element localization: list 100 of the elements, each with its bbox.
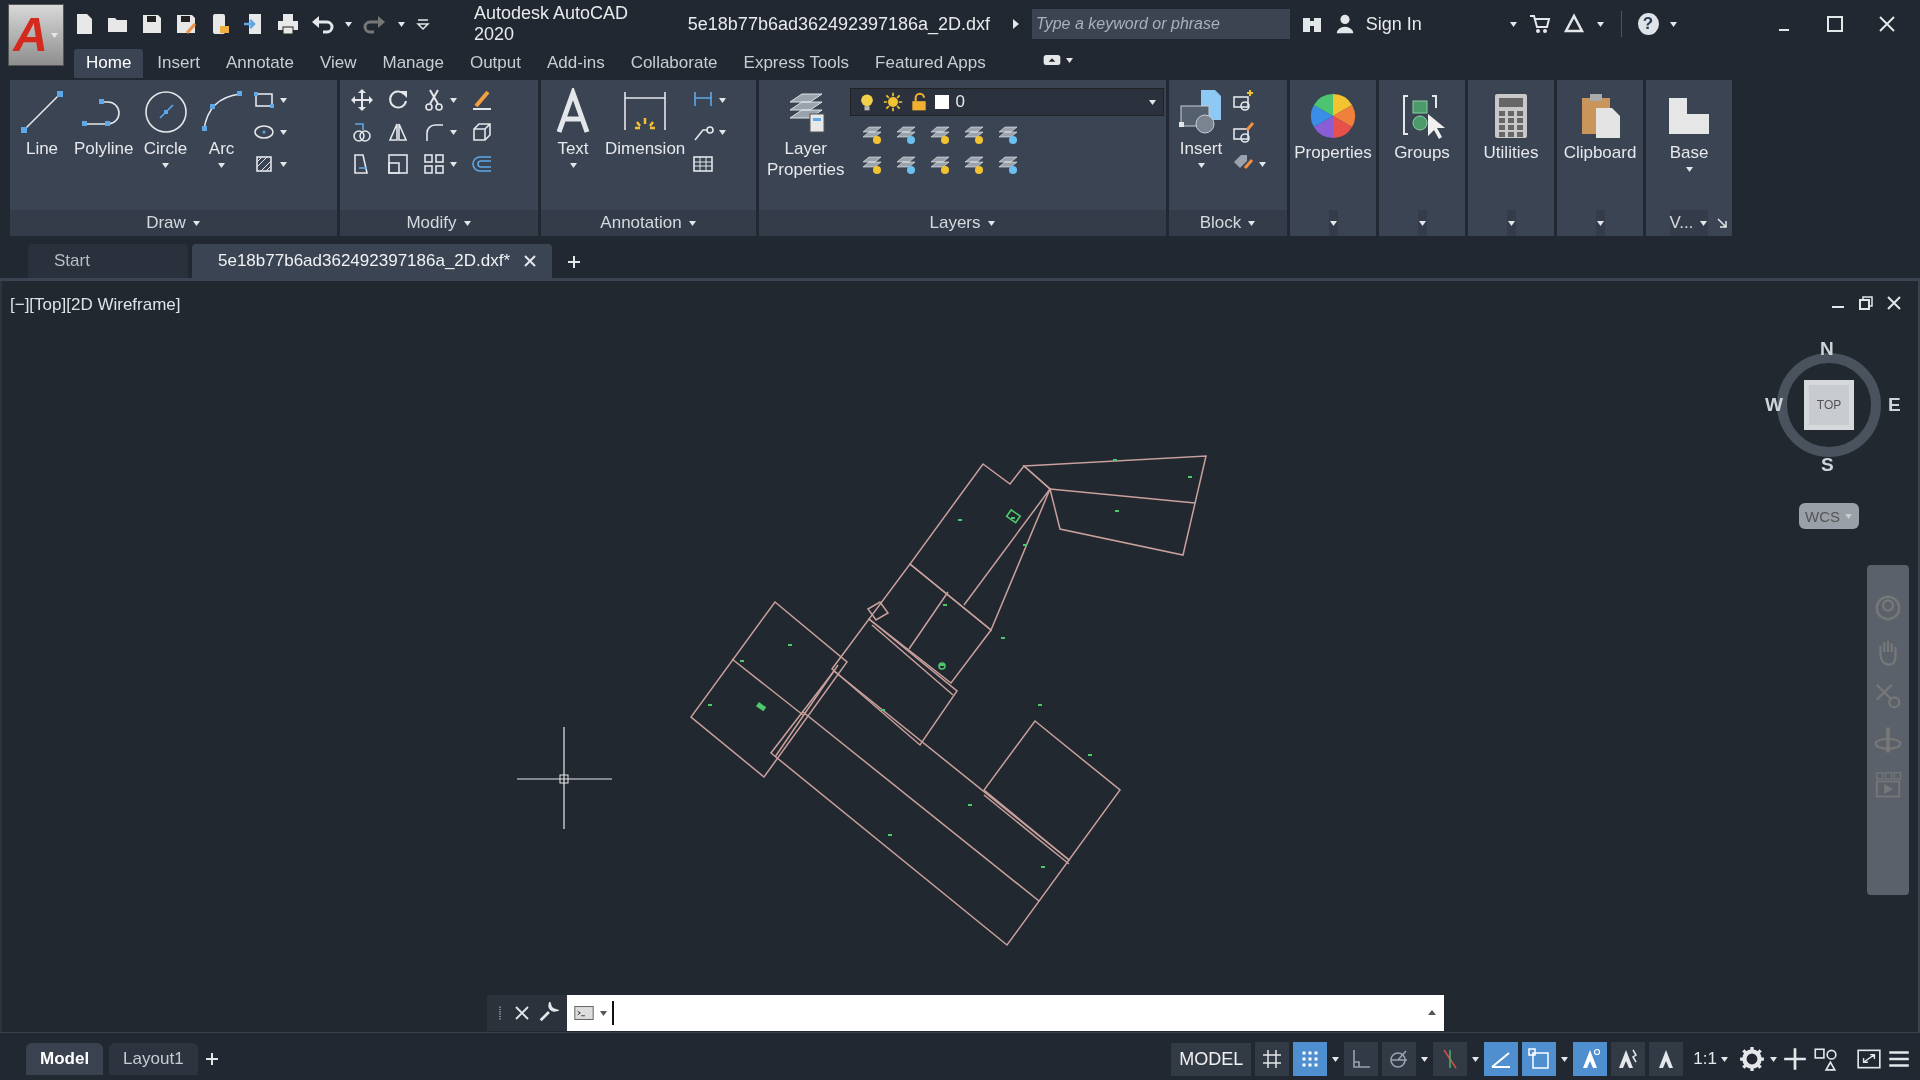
plus-icon[interactable] (1782, 1046, 1808, 1072)
help-button[interactable]: ? (1637, 13, 1659, 35)
annotation-scale-button[interactable]: 1:1 (1687, 1048, 1735, 1070)
panel-title[interactable]: Draw (10, 210, 337, 236)
ribbon-tab[interactable]: View (307, 49, 369, 78)
compass-west[interactable]: W (1765, 394, 1783, 416)
search-field[interactable]: Type a keyword or phrase (1032, 9, 1290, 39)
scissors-icon[interactable] (422, 88, 446, 112)
caret-icon[interactable] (1668, 19, 1678, 29)
caret-icon[interactable] (1247, 218, 1257, 228)
status-toggle[interactable] (1293, 1042, 1328, 1076)
caret-icon[interactable] (161, 161, 171, 171)
tool-button[interactable]: Layer Properties (765, 86, 847, 183)
panel-title[interactable]: V... (1669, 210, 1709, 236)
customize-toolbar-icon[interactable] (416, 17, 430, 31)
ribbon-tab[interactable]: Output (457, 49, 533, 78)
save-icon[interactable] (140, 12, 164, 36)
caret-icon[interactable] (687, 218, 697, 228)
caret-icon[interactable] (1420, 1054, 1430, 1064)
tool-button[interactable]: Arc (195, 86, 248, 173)
tool-button[interactable]: Base (1663, 90, 1715, 177)
panel-title[interactable]: Layers (759, 210, 1166, 236)
caret-icon[interactable] (1769, 1054, 1778, 1064)
tool-button[interactable]: Text (547, 86, 599, 173)
cube-icon[interactable] (470, 120, 494, 144)
block-edit-icon[interactable] (1231, 120, 1255, 144)
caret-icon[interactable] (278, 159, 288, 169)
status-toggle[interactable] (1382, 1042, 1417, 1076)
caret-icon[interactable] (599, 1008, 608, 1018)
caret-icon[interactable] (449, 159, 458, 169)
tool-button[interactable]: Properties (1292, 90, 1374, 166)
caret-icon[interactable] (1508, 19, 1518, 29)
caret-icon[interactable] (449, 95, 458, 105)
caret-icon[interactable] (278, 127, 288, 137)
block-create-icon[interactable] (1231, 88, 1255, 112)
compass-east[interactable]: E (1888, 394, 1901, 416)
caret-icon[interactable] (1196, 161, 1206, 171)
ribbon-tab[interactable]: Insert (145, 49, 212, 78)
caret-icon[interactable] (1720, 1054, 1729, 1064)
viewport-restore-icon[interactable] (1858, 295, 1874, 311)
viewcube-face[interactable]: TOP (1804, 380, 1854, 430)
status-toggle[interactable] (1344, 1042, 1379, 1076)
status-toggle[interactable] (1611, 1042, 1646, 1076)
compass-north[interactable]: N (1820, 338, 1834, 360)
caret-icon[interactable] (1258, 159, 1267, 169)
layout-tab[interactable]: Model (26, 1043, 104, 1075)
tool-button[interactable]: Groups (1392, 90, 1452, 166)
caret-icon[interactable] (1417, 218, 1427, 228)
ribbon-tab[interactable]: Manage (370, 49, 456, 78)
close-icon[interactable] (1876, 14, 1897, 34)
caret-icon[interactable] (278, 95, 288, 105)
new-tab-icon[interactable] (566, 254, 583, 270)
caret-icon[interactable] (1560, 1054, 1570, 1064)
viewport-controls-label[interactable]: [−][Top][2D Wireframe] (10, 295, 181, 315)
status-toggle[interactable] (1255, 1042, 1290, 1076)
caret-icon[interactable] (718, 127, 728, 137)
maximize-icon[interactable] (1825, 14, 1846, 34)
tool-button[interactable]: Insert (1175, 86, 1227, 173)
caret-icon[interactable] (1506, 218, 1516, 228)
caret-icon[interactable] (986, 218, 996, 228)
ribbon-tab[interactable]: Express Tools (731, 49, 862, 78)
caret-icon[interactable] (344, 19, 353, 29)
caret-icon[interactable] (191, 218, 201, 228)
model-space-button[interactable]: MODEL (1171, 1042, 1252, 1076)
caret-icon[interactable] (1684, 165, 1694, 175)
command-input-field[interactable] (567, 995, 1444, 1031)
sign-in-link[interactable]: Sign In (1365, 13, 1422, 35)
caret-icon[interactable] (1595, 19, 1605, 29)
ribbon-tab[interactable]: Home (74, 49, 144, 78)
document-tab[interactable]: 5e18b77b6ad362492397186a_2D.dxf* (192, 244, 553, 278)
tool-button[interactable]: Line (16, 86, 68, 162)
status-toggle[interactable] (1433, 1042, 1468, 1076)
print-icon[interactable] (276, 12, 300, 36)
ribbon-tab[interactable]: Add-ins (535, 49, 617, 78)
cart-icon[interactable] (1527, 12, 1552, 36)
caret-icon[interactable] (397, 19, 406, 29)
status-toggle[interactable] (1484, 1042, 1519, 1076)
caret-icon[interactable] (1699, 218, 1709, 228)
caret-icon[interactable] (462, 218, 472, 228)
tool-button[interactable]: Clipboard (1561, 90, 1639, 166)
panel-title[interactable]: Annotation (541, 210, 756, 236)
move-icon[interactable] (350, 88, 374, 112)
compass-south[interactable]: S (1821, 454, 1834, 476)
caret-icon[interactable] (1471, 1054, 1481, 1064)
caret-icon[interactable] (217, 161, 227, 171)
caret-icon[interactable] (1331, 1054, 1341, 1064)
gear-icon[interactable] (1739, 1046, 1765, 1072)
new-layout-icon[interactable] (203, 1051, 220, 1067)
copy-circles-icon[interactable] (350, 120, 374, 144)
panel-title[interactable]: Block (1169, 210, 1287, 236)
ribbon-tab[interactable]: Collaborate (618, 49, 730, 78)
caret-icon[interactable] (1328, 218, 1338, 228)
tool-button[interactable]: Polyline (72, 86, 136, 162)
caret-icon[interactable] (718, 95, 728, 105)
document-tab[interactable]: Start (28, 244, 188, 278)
layer-dropdown[interactable]: 0 (850, 88, 1165, 116)
status-toggle[interactable] (1522, 1042, 1557, 1076)
tool-button[interactable]: Dimension (603, 86, 688, 162)
status-toggle[interactable] (1649, 1042, 1684, 1076)
layout-tab[interactable]: Layout1 (109, 1043, 198, 1075)
